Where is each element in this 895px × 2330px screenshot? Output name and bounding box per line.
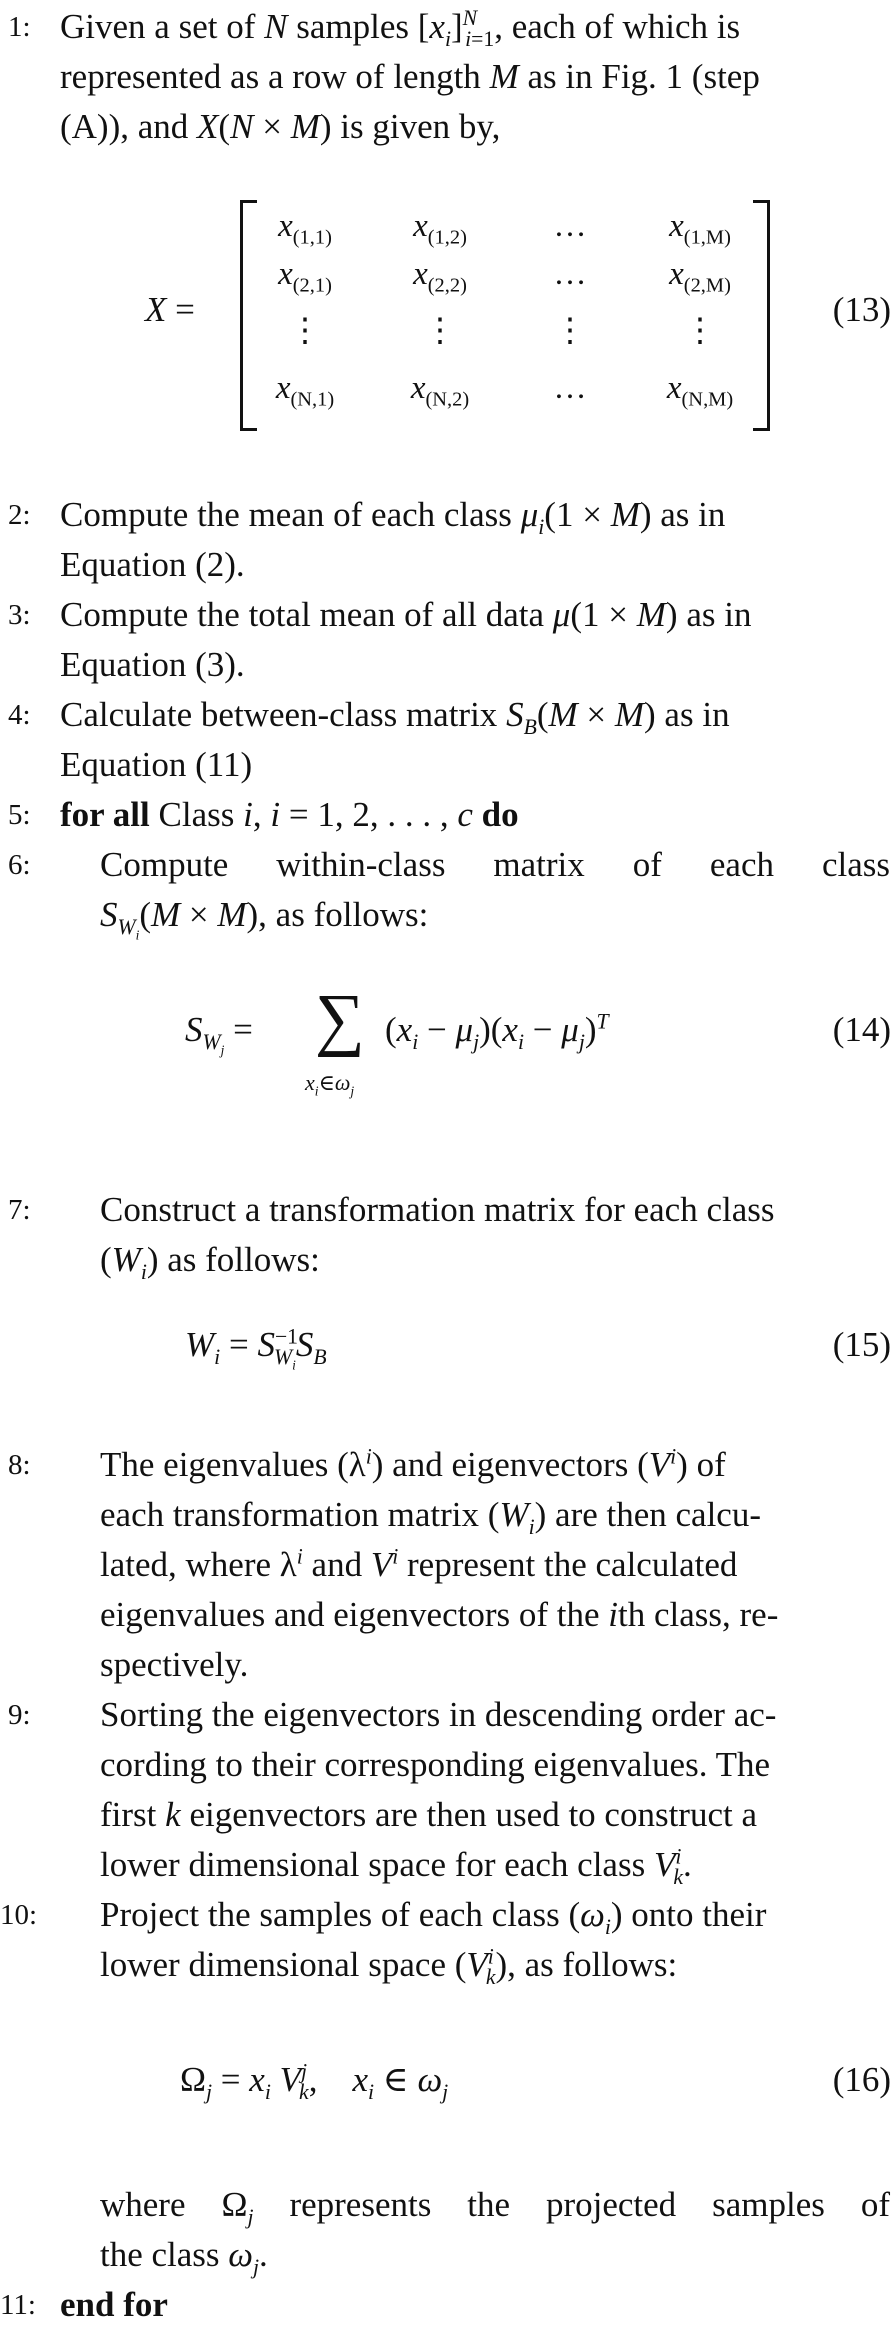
step-text: each transformation matrix (Wi) are then… <box>100 1495 761 1539</box>
step-number: 5: <box>8 799 31 831</box>
step-text: Given a set of N samples [xi]Ni=1, each … <box>60 6 741 51</box>
step-number: 11: <box>0 2289 36 2321</box>
matrix-lhs: X = <box>145 290 195 329</box>
matrix-cell: x(N,2) <box>410 370 470 411</box>
step-number: 10: <box>0 1899 38 1931</box>
step-text: Construct a transformation matrix for ea… <box>100 1190 775 1229</box>
matrix-cell: x(1,M) <box>669 208 731 249</box>
step-text: Equation (3). <box>60 645 245 684</box>
step-text: Sorting the eigenvectors in descending o… <box>100 1695 777 1734</box>
step-number: 2: <box>8 499 31 531</box>
step-number: 3: <box>8 599 31 631</box>
step-text: Equation (2). <box>60 545 245 584</box>
matrix-x: x(1,1) x(1,2) … x(1,M) x(2,1) x(2,2) … x… <box>240 200 770 431</box>
equation-body: (xi − μj)(xi − μj)T <box>385 1009 609 1054</box>
matrix-cell: … <box>553 256 587 292</box>
step-text: first k eigenvectors are then used to co… <box>100 1795 757 1834</box>
right-bracket <box>753 200 770 431</box>
step-text: Compute the mean of each class μi(1 × M)… <box>60 495 726 539</box>
step-text: for all Class i, i = 1, 2, . . . , c do <box>60 795 519 834</box>
step-number: 4: <box>8 699 31 731</box>
matrix-cell: ⋮ <box>683 313 717 349</box>
step-text: the class ωj. <box>100 2235 268 2279</box>
matrix-cell: … <box>553 370 587 406</box>
step-text: eigenvalues and eigenvectors of the ith … <box>100 1595 779 1634</box>
keyword-for-all: for all <box>60 795 150 834</box>
step-text: lower dimensional space (Vik), as follow… <box>100 1944 678 1989</box>
step-text: Compute within-class matrix of each class <box>100 845 890 884</box>
summation-subscript: xi∈ωj <box>305 1070 355 1099</box>
matrix-cell: x(2,1) <box>278 256 332 297</box>
step-text: represented as a row of length M as in F… <box>60 57 760 96</box>
step-number: 1: <box>8 11 31 43</box>
matrix-cell: x(2,2) <box>413 256 467 297</box>
keyword-end-for: end for <box>60 2285 168 2324</box>
step-text: (Wi) as follows: <box>100 1240 320 1284</box>
step-text: (A)), and X(N × M) is given by, <box>60 107 501 146</box>
step-text: SWi(M × M), as follows: <box>100 895 429 943</box>
summation-icon: ∑ <box>315 981 365 1058</box>
step-number: 6: <box>8 849 31 881</box>
equation-number: (13) <box>832 290 891 329</box>
step-text: lated, where λi and Vi represent the cal… <box>100 1544 738 1584</box>
matrix-cell: x(N,1) <box>275 370 335 411</box>
matrix-cell: ⋮ <box>288 313 322 349</box>
equation-body: Wi = S−1WiSB <box>185 1324 327 1373</box>
step-number: 8: <box>8 1449 31 1481</box>
step-text: Calculate between-class matrix SB(M × M)… <box>60 695 730 739</box>
matrix-cell: x(1,2) <box>413 208 467 249</box>
step-text: Project the samples of each class (ωi) o… <box>100 1895 767 1939</box>
matrix-cell: ⋮ <box>423 313 457 349</box>
matrix-cell: ⋮ <box>553 313 587 349</box>
step-text: spectively. <box>100 1645 249 1684</box>
equation-body: Ωj = xi Vjk, xi ∈ ωj <box>180 2059 449 2104</box>
equation-number: (15) <box>832 1325 891 1364</box>
equation-number: (14) <box>832 1010 891 1049</box>
matrix-cell: x(1,1) <box>278 208 332 249</box>
step-text: The eigenvalues (λi) and eigenvectors (V… <box>100 1444 726 1484</box>
step-text: Equation (11) <box>60 745 253 784</box>
step-text: Compute the total mean of all data μ(1 ×… <box>60 595 752 634</box>
equation-body: SWj = <box>185 1010 253 1058</box>
equation-number: (16) <box>832 2060 891 2099</box>
step-text: lower dimensional space for each class V… <box>100 1844 692 1889</box>
step-number: 7: <box>8 1194 31 1226</box>
step-number: 9: <box>8 1699 31 1731</box>
step-text: cording to their corresponding eigenvalu… <box>100 1745 770 1784</box>
matrix-cell: x(N,M) <box>666 370 734 411</box>
matrix-cell: x(2,M) <box>669 256 731 297</box>
matrix-cell: … <box>553 208 587 244</box>
step-text: where Ωj represents the projected samples of <box>100 2185 890 2229</box>
keyword-do: do <box>481 795 519 834</box>
